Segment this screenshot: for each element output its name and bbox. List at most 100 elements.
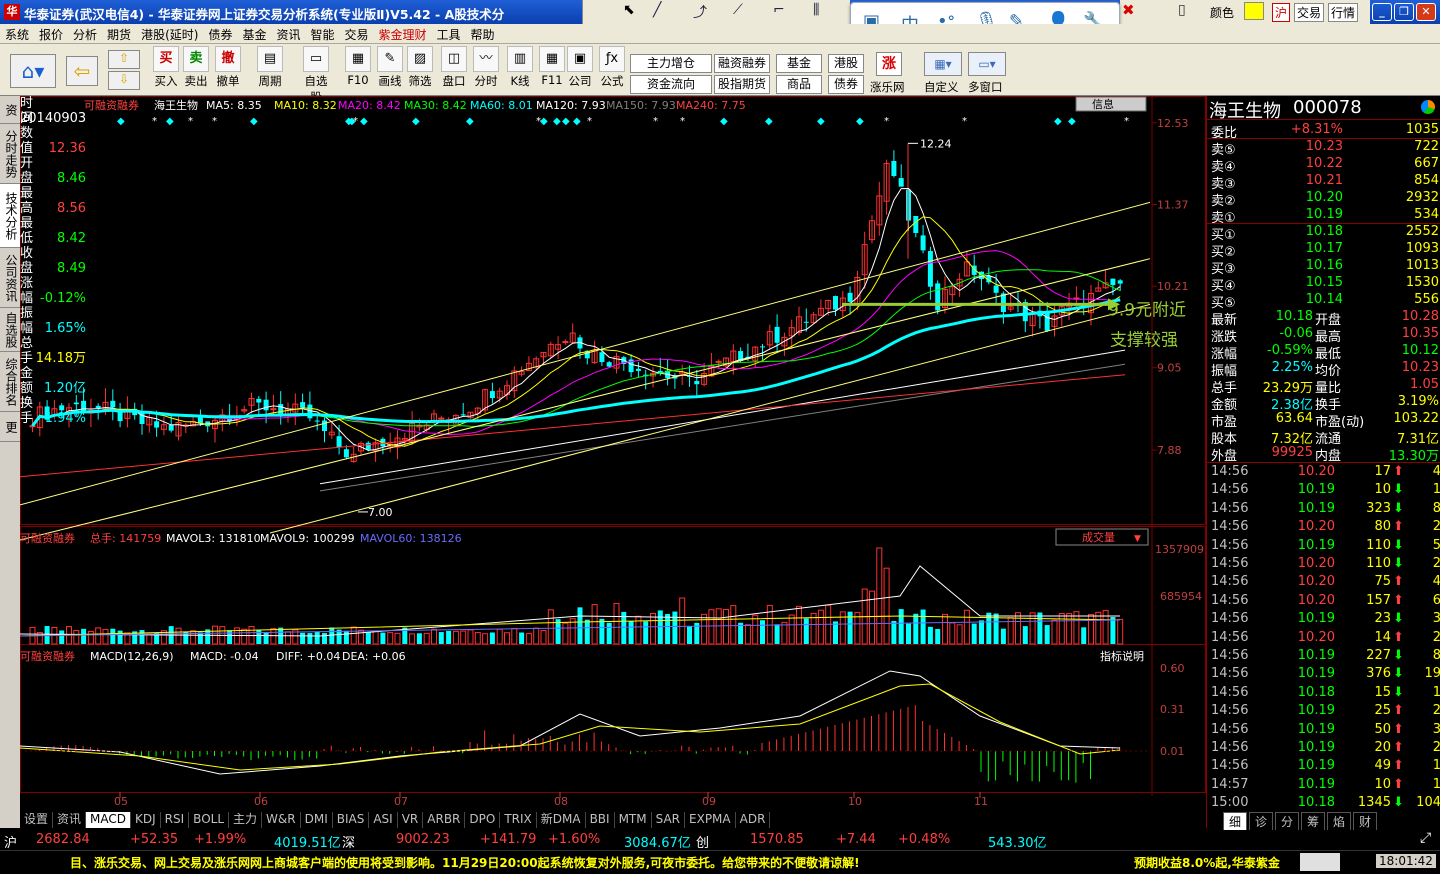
menu-item[interactable]: 系统 [0, 24, 34, 43]
down-icon[interactable]: ⇩ [108, 71, 140, 90]
event-marker[interactable]: * [212, 116, 217, 127]
toolbar-10[interactable]: ▥ K线 [504, 46, 536, 89]
ob-price[interactable]: 10.21 [1273, 173, 1343, 188]
event-marker[interactable]: ◆ [412, 116, 420, 127]
event-marker[interactable]: ◆ [765, 116, 773, 127]
close-drawing-icon[interactable]: ✖ [1122, 1, 1135, 19]
multi-window-icon[interactable]: ▭▾ [968, 52, 1006, 76]
event-marker[interactable]: ◆ [817, 116, 825, 127]
home-icon[interactable]: ⌂▾ [10, 54, 56, 88]
indicator-tab[interactable]: BBI [586, 812, 615, 828]
right-tab[interactable]: 筹 [1301, 812, 1325, 831]
ob-price[interactable]: 10.15 [1273, 275, 1343, 290]
event-marker[interactable]: ◆ [466, 116, 474, 127]
indicator-tab[interactable]: 资讯 [53, 812, 87, 828]
ticker-ad[interactable]: 预期收益8.0%起,华泰紫金 [1134, 854, 1280, 871]
menu-item[interactable]: 基金 [237, 24, 271, 43]
event-marker[interactable]: ◆ [573, 116, 581, 127]
indicator-tab[interactable]: KDJ [131, 812, 161, 828]
hk-button[interactable]: 港股 [828, 54, 864, 73]
indicator-tab[interactable]: TRIX [500, 812, 537, 828]
indicator-tab[interactable]: RSI [161, 812, 190, 828]
event-marker[interactable]: ◆ [553, 116, 561, 127]
menu-item[interactable]: 紫金理财 [374, 24, 432, 43]
event-marker[interactable]: * [884, 116, 889, 127]
doc-icon[interactable]: ▯ [1178, 2, 1186, 18]
indicator-help-button[interactable]: 指标说明 [1100, 649, 1144, 663]
toolbar-12[interactable]: ▣ 公司 [564, 46, 596, 89]
right-tab[interactable]: 分 [1275, 812, 1299, 831]
event-marker[interactable]: * [353, 116, 358, 127]
event-marker[interactable]: * [188, 116, 193, 127]
toolbar-1[interactable]: 卖卖出 [180, 46, 212, 89]
sidebar-tab[interactable]: 技术分析 [0, 184, 20, 248]
event-marker[interactable]: ◆ [720, 116, 728, 127]
indicator-tab[interactable]: DMI [301, 812, 333, 828]
toolbar-9[interactable]: 〰分时 [470, 46, 502, 89]
indicator-tab[interactable]: SAR [652, 812, 686, 828]
info-button[interactable]: 信息 [1092, 97, 1114, 111]
trade-button[interactable]: 交易 [1294, 3, 1325, 22]
event-marker[interactable]: * [1124, 116, 1129, 127]
menu-item[interactable]: 工具 [432, 24, 466, 43]
event-marker[interactable]: * [962, 116, 967, 127]
ob-price[interactable]: 10.16 [1273, 258, 1343, 273]
ob-price[interactable]: 10.23 [1273, 139, 1343, 154]
sh-button[interactable]: 沪 [1272, 3, 1291, 22]
minimize-button[interactable]: _ [1372, 3, 1392, 21]
sidebar-tab[interactable]: 公司资讯 [0, 248, 20, 308]
quote-button[interactable]: 行情 [1328, 3, 1359, 22]
ob-price[interactable]: 10.17 [1273, 241, 1343, 256]
fund-button[interactable]: 基金 [776, 54, 822, 73]
indicator-tab[interactable]: W&R [262, 812, 301, 828]
indicator-tab[interactable]: ASI [369, 812, 398, 828]
line-tool-icon[interactable]: ╱ [653, 2, 661, 18]
toolbar-5[interactable]: ▦ F10 [342, 46, 374, 87]
indicator-tab[interactable]: EXPMA [685, 812, 736, 828]
restore-button[interactable]: ❐ [1394, 3, 1414, 21]
chart-area[interactable]: ◆ * ◆ * * ◆ ◆◆* ◆ ◆ ◆ * ◆ ◆ ◆ ◆ * * * ◆ ◆ ◆ ◆ * * ◆ ◆ *可融资融券 海王生物 MA… [20, 96, 1206, 812]
pie-icon[interactable] [1421, 100, 1435, 114]
event-marker[interactable]: ◆ [540, 116, 548, 127]
menu-item[interactable]: 交易 [340, 24, 374, 43]
event-marker[interactable]: ◆ [856, 116, 864, 127]
ray-tool-icon[interactable]: ⤴ [693, 2, 707, 22]
ob-price[interactable]: 10.22 [1273, 156, 1343, 171]
indicator-tab[interactable]: ADR [736, 812, 771, 828]
toolbar-6[interactable]: ✎ 画线 [374, 46, 406, 89]
right-tab[interactable]: 细 [1223, 812, 1247, 831]
indicator-tab[interactable]: 新DMA [537, 812, 586, 828]
indicator-tab[interactable]: ARBR [423, 812, 466, 828]
ob-price[interactable]: 10.14 [1273, 292, 1343, 307]
menu-item[interactable]: 报价 [34, 24, 68, 43]
bars-tool-icon[interactable]: ⫼ [813, 2, 819, 18]
zhangle-icon[interactable]: 涨 [876, 52, 902, 76]
menu-item[interactable]: 港股(延时) [136, 24, 203, 43]
custom-icon[interactable]: ▦▾ [924, 52, 962, 76]
event-marker[interactable]: * [587, 116, 592, 127]
right-tab[interactable]: 诊 [1249, 812, 1273, 831]
sidebar-tab[interactable]: 更多... [0, 412, 20, 442]
event-marker[interactable]: ◆ [1068, 116, 1076, 127]
main-force-button[interactable]: 主力增仓 [630, 54, 712, 73]
indicator-tab[interactable]: BOLL [189, 812, 230, 828]
toolbar-8[interactable]: ◫ 盘口 [438, 46, 470, 89]
right-tab[interactable]: 焰 [1327, 812, 1351, 831]
event-marker[interactable]: ◆ [117, 116, 125, 127]
toolbar-0[interactable]: 买买入 [150, 46, 182, 89]
indicator-tab[interactable]: MTM [615, 812, 652, 828]
pointer-tool-icon[interactable]: ⬉ [623, 2, 635, 18]
color-swatch[interactable] [1244, 2, 1264, 20]
menu-item[interactable]: 帮助 [466, 24, 500, 43]
fund-flow-button[interactable]: 资金流向 [630, 75, 712, 94]
menu-item[interactable]: 债券 [203, 24, 237, 43]
indicator-tab[interactable]: MACD [86, 812, 132, 828]
margin-button[interactable]: 融资融券 [714, 54, 770, 73]
indicator-tab[interactable]: VR [398, 812, 424, 828]
indicator-tab[interactable]: 设置 [20, 812, 54, 828]
indicator-tab[interactable]: BIAS [333, 812, 370, 828]
bond-button[interactable]: 债券 [828, 75, 864, 94]
commodity-button[interactable]: 商品 [776, 75, 822, 94]
ob-price[interactable]: +8.31% [1273, 122, 1343, 137]
fib-tool-icon[interactable]: ⌐ [773, 2, 785, 18]
